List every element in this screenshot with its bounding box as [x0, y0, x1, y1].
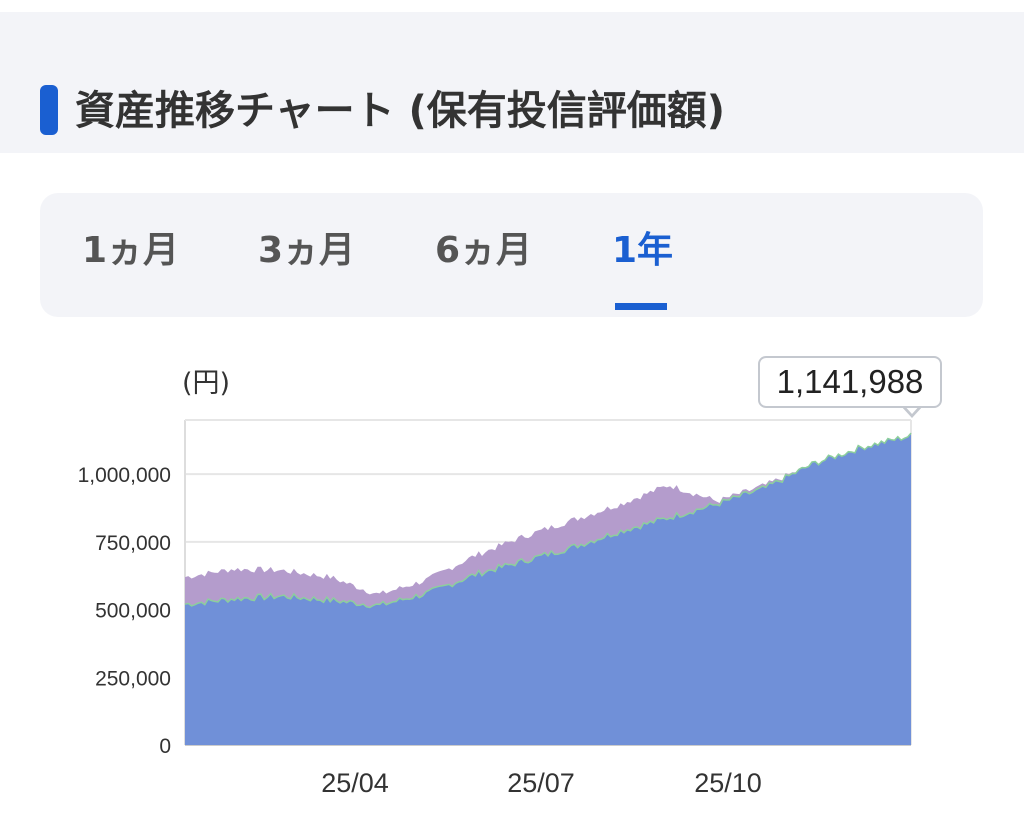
x-tick-label: 25/10 [694, 768, 762, 798]
header-accent-bar [40, 85, 58, 135]
y-tick-label: 750,000 [95, 532, 171, 555]
period-tabs: 1ヵ月 3ヵ月 6ヵ月 1年 [40, 193, 983, 317]
tab-3-months[interactable]: 3ヵ月 [258, 229, 355, 273]
tab-1-year[interactable]: 1年 [612, 229, 673, 273]
latest-value-tooltip: 1,141,988 [758, 356, 942, 408]
y-tick-label: 1,000,000 [78, 464, 171, 487]
x-tick-label: 25/04 [321, 768, 389, 798]
tab-6-months[interactable]: 6ヵ月 [435, 229, 532, 273]
active-tab-indicator [615, 303, 667, 310]
section-header: 資産推移チャート (保有投信評価額) [0, 12, 1024, 153]
y-tick-label: 250,000 [95, 667, 171, 690]
tab-1-month[interactable]: 1ヵ月 [82, 229, 179, 273]
x-tick-label: 25/07 [507, 768, 575, 798]
y-tick-label: 500,000 [95, 600, 171, 623]
page-title: 資産推移チャート (保有投信評価額) [75, 88, 726, 134]
y-tick-label: 0 [159, 735, 171, 758]
